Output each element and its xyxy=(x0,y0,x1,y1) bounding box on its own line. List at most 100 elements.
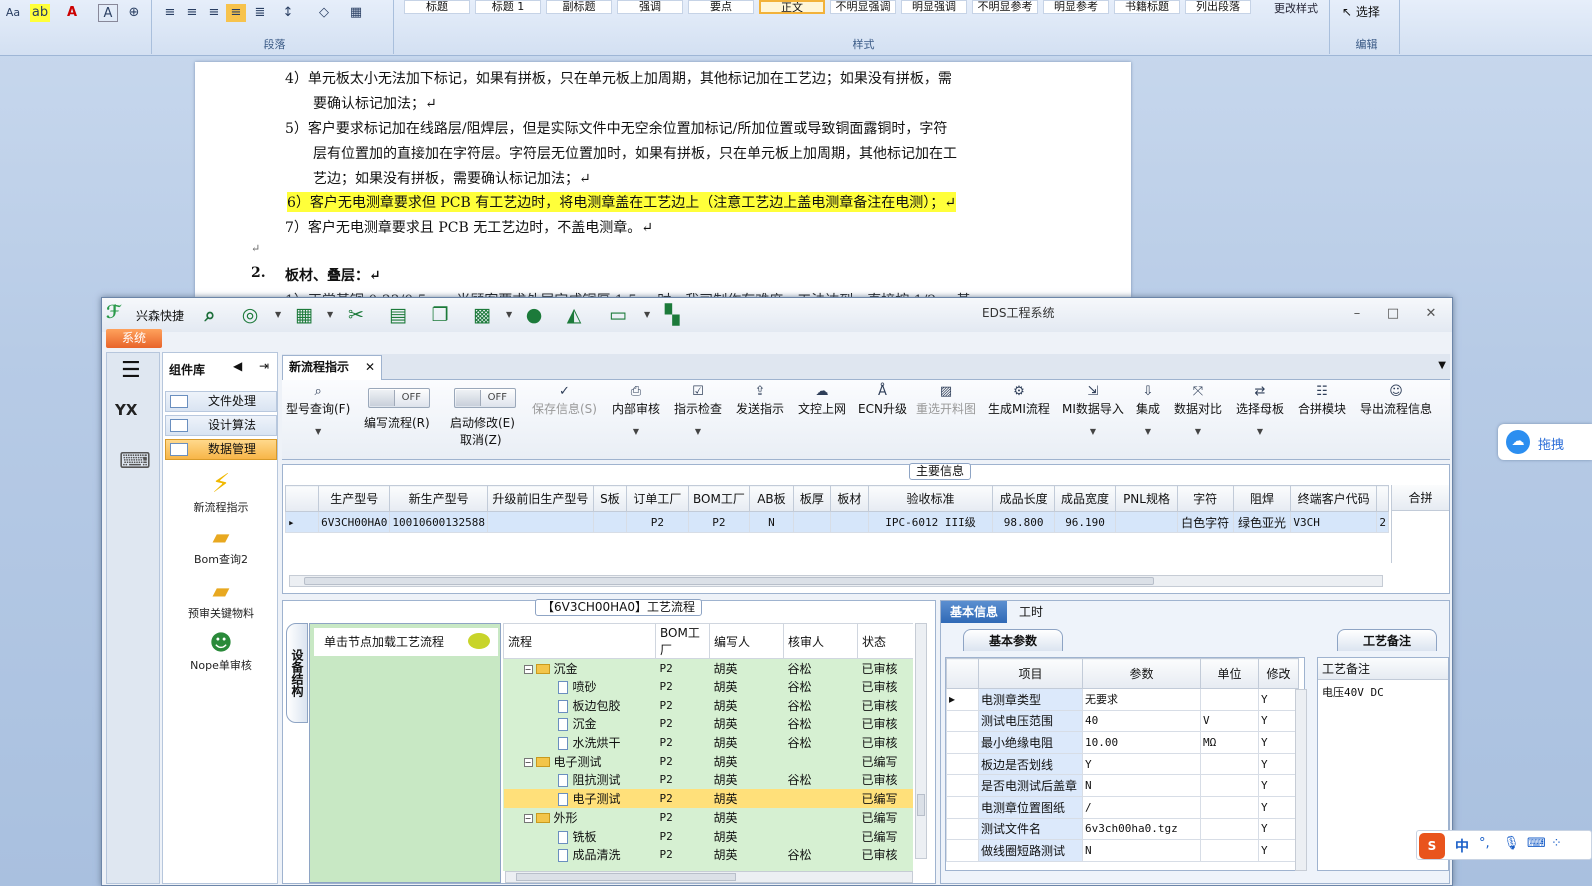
param-cell[interactable]: 6v3ch00ha0.tgz xyxy=(1082,817,1201,841)
table-cell[interactable]: 白色字符 xyxy=(1176,511,1234,533)
tab-work-hours[interactable]: 工时 xyxy=(1011,601,1051,623)
line-spacing-icon[interactable]: ↕ xyxy=(278,4,298,22)
comp-item-file[interactable]: 文件处理 xyxy=(165,391,277,412)
param-cell[interactable]: N xyxy=(1082,774,1201,797)
user-icon[interactable]: ● xyxy=(522,304,546,326)
table-icon[interactable]: ▦ xyxy=(292,304,316,326)
collapse-icon[interactable]: − xyxy=(523,664,533,674)
table-cell[interactable]: 绿色亚光 xyxy=(1232,511,1292,533)
column-header[interactable]: 流程 xyxy=(503,623,656,659)
change-styles-button[interactable]: 更改样式 xyxy=(1274,0,1318,16)
tab-close-icon[interactable]: ✕ xyxy=(365,356,375,379)
chevron-down-icon[interactable]: ▼ xyxy=(327,310,333,319)
comp-item-data[interactable]: 数据管理 xyxy=(165,439,277,460)
punctuation-icon[interactable]: °, xyxy=(1479,836,1490,851)
table-cell[interactable]: IPC-6012 III级 xyxy=(867,511,994,533)
column-header[interactable]: 参数 xyxy=(1082,658,1201,689)
ecn-upgrade-button[interactable]: Å ECN升级 xyxy=(858,384,907,417)
scissors-icon[interactable]: ✂ xyxy=(344,304,368,326)
border-icon[interactable]: ▦ xyxy=(346,4,366,22)
char-shading-icon[interactable]: A xyxy=(98,4,118,22)
column-header[interactable]: 新生产型号 xyxy=(389,485,489,512)
column-header[interactable]: BOM工厂 xyxy=(655,623,710,659)
maximize-icon[interactable]: □ xyxy=(1384,306,1402,321)
apps-icon[interactable]: ⁘ xyxy=(1551,836,1562,851)
tree-row[interactable]: 电子测试 P2 胡英 已编写 xyxy=(503,789,913,808)
tree-row[interactable]: − 外形 P2 胡英 已编写 xyxy=(504,808,914,827)
column-header[interactable]: BOM工厂 xyxy=(687,485,751,512)
param-row[interactable]: 测试电压范围 40 V Y xyxy=(946,709,1299,733)
column-header[interactable]: 终端客户代码 xyxy=(1290,485,1377,512)
param-cell[interactable]: Y xyxy=(1258,688,1299,711)
column-header[interactable]: 验收标准 xyxy=(867,485,994,512)
document-page[interactable]: 4）单元板太小无法加下标记，如果有拼板，只在单元板上加周期，其他标记加在工艺边；… xyxy=(195,62,1131,309)
param-cell[interactable]: Y xyxy=(1258,774,1299,797)
font-color-icon[interactable]: A xyxy=(62,4,82,22)
param-cell[interactable] xyxy=(1200,774,1259,797)
tool-nope-review[interactable]: ☻ Nope单审核 xyxy=(181,631,261,673)
tool-bom-query[interactable]: ▰ Bom查询2 xyxy=(181,525,261,567)
merge-module-button[interactable]: ☷ 合拼模块 xyxy=(1298,384,1346,417)
style-option[interactable]: 标题 xyxy=(404,0,470,14)
column-header[interactable]: 修改 xyxy=(1258,658,1299,689)
tree-node[interactable]: 铣板 xyxy=(504,827,656,846)
style-option[interactable]: 书籍标题 xyxy=(1114,0,1180,14)
select-motherboard-button[interactable]: ⇄ 选择母板 ▼ xyxy=(1236,384,1284,436)
pin-icon[interactable]: ⇥ xyxy=(259,359,269,373)
chart-icon[interactable]: ◭ xyxy=(562,304,586,326)
start-edit-toggle[interactable]: OFF xyxy=(454,388,516,408)
close-icon[interactable]: ✕ xyxy=(1422,306,1440,321)
table-cell[interactable] xyxy=(792,511,832,533)
style-option[interactable]: 不明显参考 xyxy=(972,0,1038,14)
baidu-float[interactable]: ☁ 拖拽 xyxy=(1498,424,1592,460)
param-cell[interactable]: 40 xyxy=(1082,709,1201,733)
internal-review-button[interactable]: ⎙ 内部审核 ▼ xyxy=(612,384,660,436)
tab-basic-params[interactable]: 基本参数 xyxy=(963,629,1063,651)
param-row[interactable]: ▸ 电测章类型 无要求 Y xyxy=(946,688,1299,711)
microphone-icon[interactable]: 🎙 xyxy=(1503,836,1520,851)
align-center-icon[interactable]: ≡ xyxy=(182,4,202,22)
menu-icon[interactable]: ☰ xyxy=(121,360,141,382)
data-compare-button[interactable]: ⤧ 数据对比 ▼ xyxy=(1174,384,1222,436)
tree-node[interactable]: 板边包胶 xyxy=(504,696,656,715)
table-cell[interactable]: V3CH xyxy=(1290,511,1377,533)
write-flow-toggle[interactable]: OFF xyxy=(368,388,430,408)
system-tab[interactable]: 系统 xyxy=(106,329,162,348)
param-row[interactable]: 测试文件名 6v3ch00ha0.tgz Y xyxy=(946,817,1299,841)
table-cell[interactable] xyxy=(1115,511,1178,533)
save-info-button[interactable]: ✓ 保存信息(S) xyxy=(532,384,597,417)
column-header[interactable]: 板材 xyxy=(830,485,869,512)
column-header[interactable]: S板 xyxy=(592,485,628,512)
table-cell[interactable]: 98.800 xyxy=(992,511,1055,533)
yx-logo-icon[interactable]: YX xyxy=(115,401,137,419)
grid-icon[interactable]: ▩ xyxy=(470,304,494,326)
notes-value[interactable]: 电压40V DC xyxy=(1318,680,1448,704)
table-cell[interactable]: 2 xyxy=(1375,511,1389,533)
param-row[interactable]: 电测章位置图纸 / Y xyxy=(946,795,1299,819)
select-button[interactable]: ↖ 选择 xyxy=(1342,3,1380,20)
side-tab-structure[interactable]: 设备结构 xyxy=(286,623,308,723)
column-header[interactable]: 板厚 xyxy=(792,485,832,512)
tree-node[interactable]: 沉金 xyxy=(504,715,656,734)
style-option[interactable]: 明显参考 xyxy=(1043,0,1109,14)
export-flow-button[interactable]: ☺ 导出流程信息 xyxy=(1360,384,1432,417)
table-cell[interactable]: 96.190 xyxy=(1053,511,1117,533)
tree-node[interactable]: 成品清洗 xyxy=(504,845,656,864)
scroll-thumb[interactable] xyxy=(917,794,925,816)
table-cell[interactable]: 6V3CH00HA0 xyxy=(318,511,391,533)
style-option[interactable]: 正文 xyxy=(759,0,825,14)
param-cell[interactable]: Y xyxy=(1258,795,1299,819)
column-header[interactable]: 字符 xyxy=(1176,485,1234,512)
film-icon[interactable]: ▤ xyxy=(386,304,410,326)
param-cell[interactable]: Y xyxy=(1258,731,1299,754)
tree-node[interactable]: − 沉金 xyxy=(504,659,656,678)
table-row[interactable]: ▸ 6V3CH00HA0 10010600132588 P2 P2 N IPC-6012 I… xyxy=(285,511,1389,533)
param-cell[interactable]: Y xyxy=(1082,752,1201,776)
tree-hscrollbar[interactable] xyxy=(505,871,913,883)
highlight-icon[interactable]: ab xyxy=(30,4,50,22)
column-header[interactable]: 生产型号 xyxy=(318,485,391,512)
param-row[interactable]: 板边是否划线 Y Y xyxy=(946,752,1299,776)
lifebuoy-icon[interactable]: ◎ xyxy=(238,304,262,326)
minimize-icon[interactable]: – xyxy=(1348,306,1366,321)
tree-node[interactable]: 喷砂 xyxy=(504,677,656,696)
